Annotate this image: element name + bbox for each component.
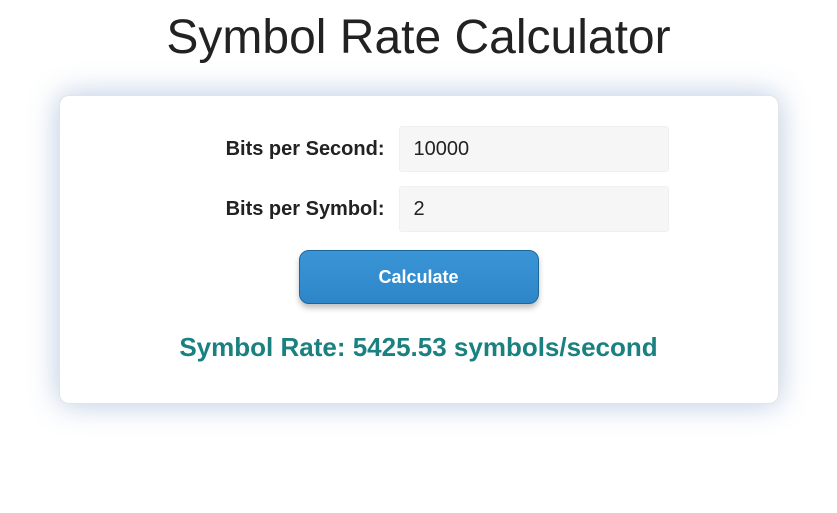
calculator-card: Bits per Second: Bits per Symbol: Calcul… <box>59 95 779 404</box>
result-prefix: Symbol Rate: <box>179 332 352 362</box>
page-title: Symbol Rate Calculator <box>0 10 837 65</box>
result-suffix: symbols/second <box>447 332 658 362</box>
result-value: 5425.53 <box>353 332 447 362</box>
bits-per-second-label: Bits per Second: <box>169 138 399 161</box>
calculate-button[interactable]: Calculate <box>299 250 539 304</box>
button-row: Calculate <box>100 250 738 304</box>
bits-per-symbol-row: Bits per Symbol: <box>100 186 738 232</box>
result-row: Symbol Rate: 5425.53 symbols/second <box>100 332 738 363</box>
bits-per-second-row: Bits per Second: <box>100 126 738 172</box>
bits-per-symbol-label: Bits per Symbol: <box>169 198 399 221</box>
bits-per-symbol-input[interactable] <box>399 186 669 232</box>
bits-per-second-input[interactable] <box>399 126 669 172</box>
